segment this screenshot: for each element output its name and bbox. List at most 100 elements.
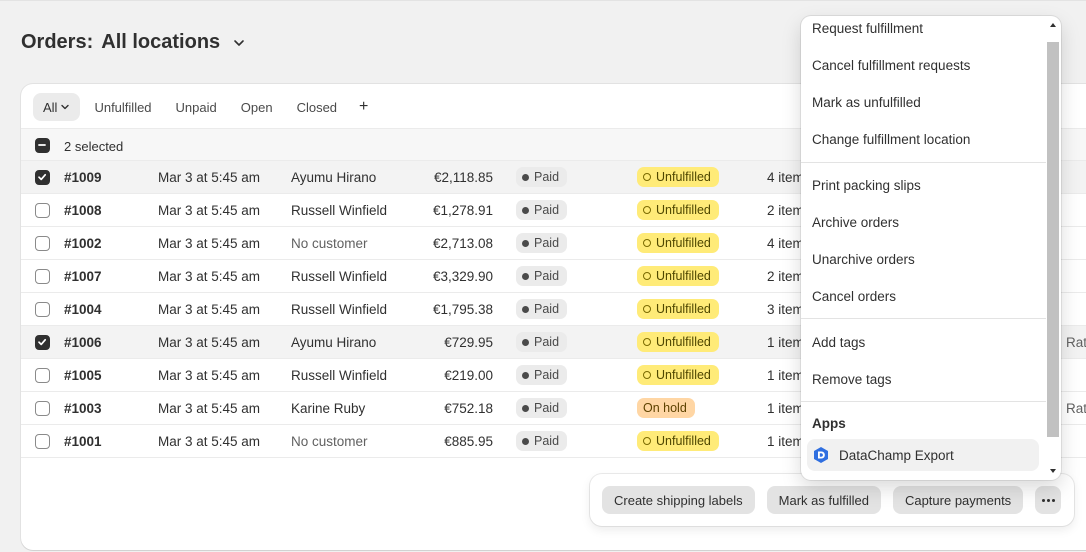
tab-closed[interactable]: Closed [287,93,347,121]
order-number[interactable]: #1005 [64,368,102,383]
fulfillment-status-badge: Unfulfilled [637,365,719,385]
order-total: €3,329.90 [432,269,493,284]
order-number[interactable]: #1004 [64,302,102,317]
menu-item-mark-as-unfulfilled[interactable]: Mark as unfulfilled [801,86,1046,118]
create-shipping-labels-button[interactable]: Create shipping labels [602,486,755,514]
menu-divider [801,162,1046,163]
payment-status-badge: Paid [516,365,568,385]
fulfillment-status-label: Unfulfilled [656,203,711,217]
tab-unfulfilled[interactable]: Unfulfilled [84,93,161,121]
customer-name: Russell Winfield [291,302,388,317]
status-dot-icon [522,338,529,346]
payment-status-label: Paid [534,335,560,349]
row-checkbox[interactable] [35,335,50,350]
row-checkbox[interactable] [35,434,50,449]
delivery-method: Rat [1066,335,1086,350]
menu-scrollbar-thumb[interactable] [1047,42,1059,437]
datachamp-logo-icon [814,447,828,463]
menu-item-unarchive-orders[interactable]: Unarchive orders [801,243,1046,275]
selected-count: 2 selected [64,139,124,154]
menu-item-datachamp-export[interactable]: DataChamp Export [807,439,1039,471]
payment-status-badge: Paid [516,233,568,253]
mark-as-fulfilled-button[interactable]: Mark as fulfilled [766,486,881,514]
payment-status-badge: Paid [516,398,568,418]
item-count: 4 item [767,170,804,185]
order-number[interactable]: #1006 [64,335,102,350]
fulfillment-status-label: Unfulfilled [656,236,711,250]
item-count: 4 item [767,236,804,251]
status-ring-icon [643,437,651,445]
menu-item-request-fulfillment[interactable]: Request fulfillment [801,16,1046,44]
order-total: €885.95 [444,434,493,449]
capture-payments-button[interactable]: Capture payments [892,486,1024,514]
payment-status-badge: Paid [516,200,568,220]
order-number[interactable]: #1001 [64,434,102,449]
payment-status-label: Paid [534,434,560,448]
order-date: Mar 3 at 5:45 am [158,335,261,350]
status-ring-icon [643,371,651,379]
filter-tabs: All Unfulfilled Unpaid Open Closed + [33,93,376,121]
order-date: Mar 3 at 5:45 am [158,269,261,284]
chevron-down-icon[interactable] [232,36,246,50]
menu-item-cancel-fulfillment-requests[interactable]: Cancel fulfillment requests [801,49,1046,81]
tab-open[interactable]: Open [231,93,283,121]
order-total: €1,795.38 [432,302,493,317]
order-number[interactable]: #1003 [64,401,102,416]
status-dot-icon [522,206,529,214]
menu-item-add-tags[interactable]: Add tags [801,326,1046,358]
bulk-actions-bar: Create shipping labels Mark as fulfilled… [590,474,1074,526]
menu-item-archive-orders[interactable]: Archive orders [801,206,1046,238]
row-checkbox[interactable] [35,302,50,317]
page-title: Orders: All locations [21,31,246,54]
row-checkbox[interactable] [35,401,50,416]
scroll-up-icon[interactable] [1048,20,1058,30]
row-checkbox[interactable] [35,170,50,185]
payment-status-badge: Paid [516,332,568,352]
payment-status-label: Paid [534,401,560,415]
order-number[interactable]: #1008 [64,203,102,218]
fulfillment-status-label: Unfulfilled [656,302,711,316]
payment-status-label: Paid [534,236,560,250]
menu-item-cancel-orders[interactable]: Cancel orders [801,280,1046,312]
row-checkbox[interactable] [35,203,50,218]
status-dot-icon [522,239,529,247]
fulfillment-status-label: Unfulfilled [656,368,711,382]
status-ring-icon [643,206,651,214]
order-total: €1,278.91 [432,203,493,218]
app-item-label: DataChamp Export [839,447,954,463]
item-count: 1 item [767,401,804,416]
customer-name: Ayumu Hirano [291,335,377,350]
menu-item-remove-tags[interactable]: Remove tags [801,363,1046,395]
location-selector[interactable]: All locations [101,31,220,54]
customer-name: Russell Winfield [291,203,388,218]
order-date: Mar 3 at 5:45 am [158,401,261,416]
top-border [0,0,1086,1]
payment-status-label: Paid [534,203,560,217]
status-ring-icon [643,173,651,181]
fulfillment-status-badge: Unfulfilled [637,233,719,253]
status-dot-icon [522,437,529,445]
status-ring-icon [643,239,651,247]
payment-status-label: Paid [534,368,560,382]
tab-all[interactable]: All [33,93,81,121]
customer-name: No customer [291,434,368,449]
menu-item-change-fulfillment-location[interactable]: Change fulfillment location [801,123,1046,155]
order-number[interactable]: #1007 [64,269,102,284]
status-dot-icon [522,305,529,313]
order-date: Mar 3 at 5:45 am [158,368,261,383]
order-number[interactable]: #1002 [64,236,102,251]
more-actions-button[interactable] [1035,486,1062,514]
tab-unpaid[interactable]: Unpaid [166,93,227,121]
add-view-button[interactable]: + [351,93,376,121]
scroll-down-icon[interactable] [1048,466,1058,476]
chevron-down-icon [61,104,70,110]
menu-item-print-packing-slips[interactable]: Print packing slips [801,169,1046,201]
fulfillment-status-label: Unfulfilled [656,335,711,349]
row-checkbox[interactable] [35,368,50,383]
row-checkbox[interactable] [35,269,50,284]
select-all-checkbox[interactable] [35,138,50,153]
row-checkbox[interactable] [35,236,50,251]
payment-status-label: Paid [534,269,560,283]
order-number[interactable]: #1009 [64,170,102,185]
status-dot-icon [522,173,529,181]
